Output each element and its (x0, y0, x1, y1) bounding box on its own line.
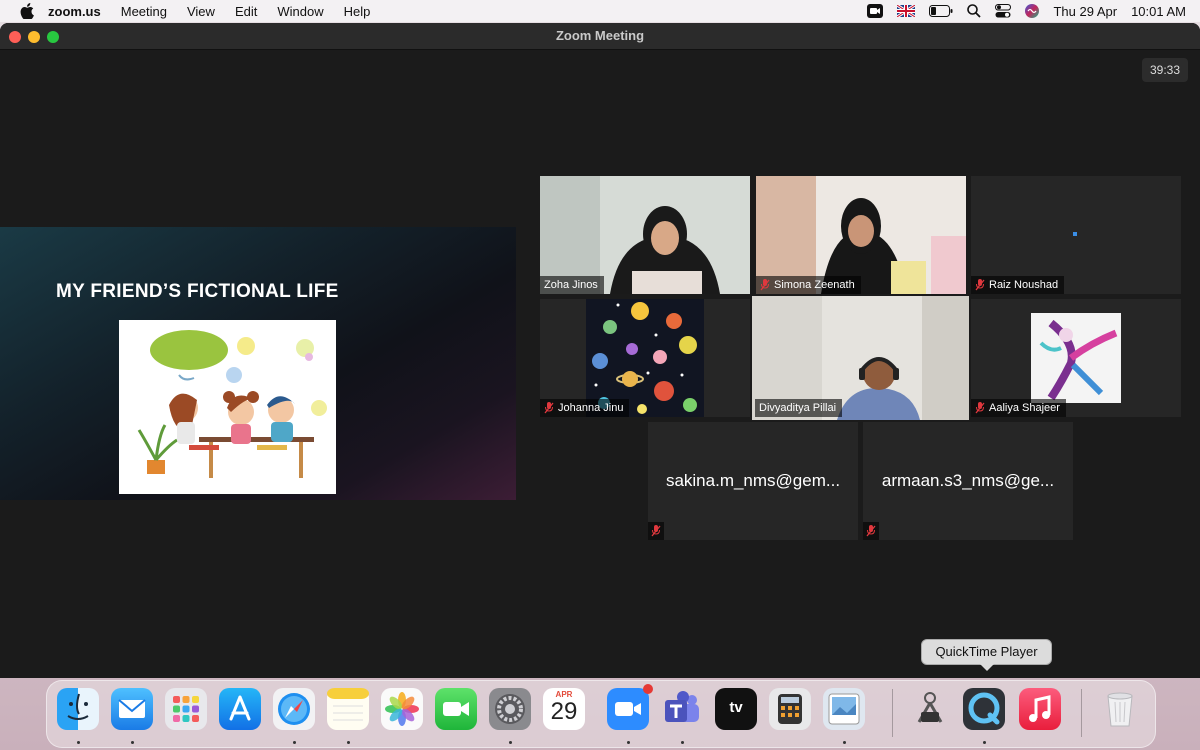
finder-icon[interactable] (57, 688, 99, 730)
meeting-timer: 39:33 (1142, 58, 1188, 82)
spotlight-search-icon[interactable] (967, 4, 982, 18)
participant-tile[interactable]: armaan.s3_nms@ge... (863, 422, 1073, 540)
calculator-icon[interactable] (769, 688, 811, 730)
participant-name-tag: Johanna Jinu (540, 399, 630, 417)
muted-microphone-icon (866, 525, 876, 537)
zoom-status-icon[interactable] (867, 4, 884, 18)
facetime-icon[interactable] (435, 688, 477, 730)
participant-name-tag: Raiz Noushad (971, 276, 1065, 294)
participant-name: sakina.m_nms@gem... (665, 471, 841, 490)
participant-name: Raiz Noushad (989, 279, 1059, 291)
menu-app-name[interactable]: zoom.us (48, 4, 101, 19)
siri-icon[interactable] (1025, 4, 1040, 18)
loading-indicator (1073, 232, 1077, 236)
participant-name: Simona Zeenath (774, 279, 855, 291)
window-titlebar[interactable]: Zoom Meeting (0, 23, 1200, 50)
running-indicator (509, 741, 512, 744)
app-store-icon[interactable] (219, 688, 261, 730)
running-indicator (131, 741, 134, 744)
participant-name: Johanna Jinu (558, 402, 624, 414)
participant-tile-active-speaker[interactable]: Divyaditya Pillai (752, 296, 969, 420)
menu-view[interactable]: View (187, 4, 215, 19)
participant-name-tag (648, 522, 664, 540)
participant-tile[interactable]: Aaliya Shajeer (971, 299, 1181, 417)
apple-tv-label: tv (729, 699, 743, 716)
menubar-date[interactable]: Thu 29 Apr (1053, 4, 1117, 19)
participant-name-tag: Simona Zeenath (756, 276, 861, 294)
launchpad-icon[interactable] (165, 688, 207, 730)
zoom-app-icon[interactable] (607, 684, 653, 730)
dock-separator (892, 689, 893, 737)
shared-screen: MY FRIEND’S FICTIONAL LIFE (0, 227, 516, 500)
battery-icon[interactable] (929, 5, 953, 17)
window-title: Zoom Meeting (555, 28, 645, 43)
calendar-icon[interactable]: APR 29 (543, 688, 585, 730)
microsoft-teams-icon[interactable] (661, 688, 703, 730)
muted-microphone-icon (975, 402, 985, 414)
menu-edit[interactable]: Edit (235, 4, 257, 19)
muted-microphone-icon (975, 279, 985, 291)
menu-meeting[interactable]: Meeting (121, 4, 167, 19)
dancer-profile-picture (1031, 313, 1121, 403)
participant-tile[interactable]: Johanna Jinu (540, 299, 750, 417)
running-indicator (843, 741, 846, 744)
trash-icon[interactable] (1099, 688, 1141, 730)
system-preferences-icon[interactable] (489, 688, 531, 730)
participant-name: armaan.s3_nms@ge... (881, 471, 1055, 490)
muted-microphone-icon (760, 279, 770, 291)
apple-logo-icon[interactable] (20, 3, 34, 19)
safari-icon[interactable] (273, 688, 315, 730)
participant-name-tag: Zoha Jinos (540, 276, 604, 294)
slide-illustration (119, 320, 336, 494)
participant-tile[interactable]: sakina.m_nms@gem... (648, 422, 858, 540)
participant-name: Aaliya Shajeer (989, 402, 1060, 414)
mail-icon[interactable] (111, 688, 153, 730)
running-indicator (347, 741, 350, 744)
zoom-meeting-window: Zoom Meeting 39:33 MY FRIEND’S FICTIONAL… (0, 23, 1200, 678)
running-indicator (293, 741, 296, 744)
dock-separator (1081, 689, 1082, 737)
participant-tile[interactable]: Raiz Noushad (971, 176, 1181, 294)
participant-name: Zoha Jinos (544, 279, 598, 291)
zoom-window-button[interactable] (47, 31, 59, 43)
running-indicator (627, 741, 630, 744)
menu-window[interactable]: Window (277, 4, 323, 19)
slide-title: MY FRIEND’S FICTIONAL LIFE (56, 281, 339, 302)
running-indicator (681, 741, 684, 744)
participant-name-tag: Divyaditya Pillai (755, 399, 843, 417)
running-indicator (77, 741, 80, 744)
control-center-icon[interactable] (995, 4, 1012, 18)
minimize-window-button[interactable] (28, 31, 40, 43)
dock: APR 29 tv (46, 680, 1156, 748)
participant-name: Divyaditya Pillai (759, 402, 837, 414)
calendar-day: 29 (550, 698, 578, 725)
muted-microphone-icon (651, 525, 661, 537)
menu-bar: zoom.us Meeting View Edit Window Help Th… (0, 0, 1200, 22)
participant-name-tag (863, 522, 879, 540)
music-icon[interactable] (1019, 688, 1061, 730)
running-indicator (983, 741, 986, 744)
menubar-time[interactable]: 10:01 AM (1131, 4, 1186, 19)
participant-name-tag: Aaliya Shajeer (971, 399, 1066, 417)
participant-tile[interactable]: Simona Zeenath (756, 176, 966, 294)
apple-tv-icon[interactable]: tv (715, 688, 757, 730)
photos-icon[interactable] (381, 688, 423, 730)
muted-microphone-icon (544, 402, 554, 414)
preview-icon[interactable] (823, 688, 865, 730)
menu-help[interactable]: Help (344, 4, 371, 19)
dock-tooltip: QuickTime Player (921, 639, 1052, 671)
uk-flag-icon[interactable] (897, 5, 916, 17)
instruments-icon[interactable] (909, 688, 951, 730)
quicktime-player-icon[interactable] (963, 688, 1005, 730)
close-window-button[interactable] (9, 31, 21, 43)
participant-tile[interactable]: Zoha Jinos (540, 176, 750, 294)
notes-icon[interactable] (327, 688, 369, 730)
notification-badge (643, 684, 653, 694)
